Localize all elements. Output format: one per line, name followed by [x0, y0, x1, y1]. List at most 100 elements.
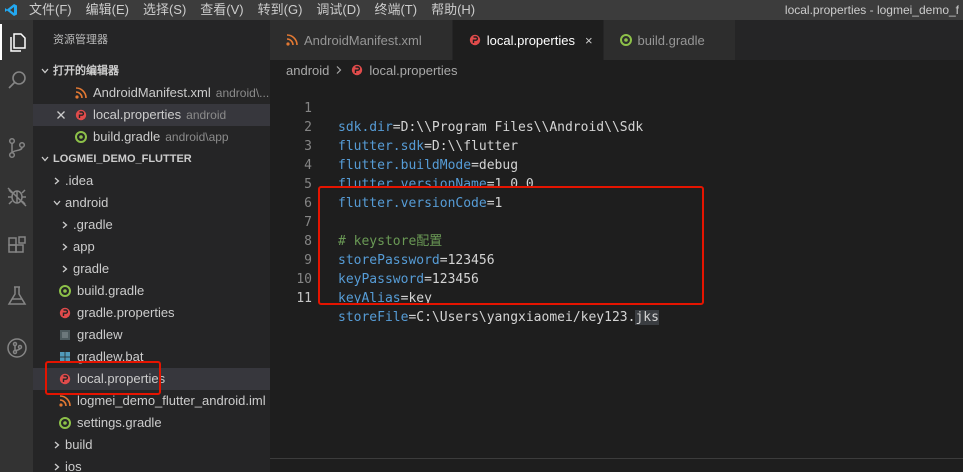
- window-title: local.properties - logmei_demo_f: [784, 3, 959, 17]
- menu-selection[interactable]: 选择(S): [136, 0, 193, 20]
- tab-label: local.properties: [486, 32, 575, 48]
- chevron-right-icon: [49, 440, 65, 450]
- folder-gradle[interactable]: gradle: [33, 258, 270, 280]
- properties-icon: [467, 32, 483, 48]
- chevron-right-icon: [57, 242, 73, 252]
- file-gradle-properties[interactable]: gradle.properties: [33, 302, 270, 324]
- annotation-box-sidebar: [45, 361, 161, 395]
- flask-icon[interactable]: [0, 278, 33, 314]
- open-editor-desc: android\app: [165, 130, 229, 144]
- menu-view[interactable]: 查看(V): [193, 0, 250, 20]
- source-control-icon[interactable]: [0, 130, 33, 166]
- folder-android[interactable]: android: [33, 192, 270, 214]
- folder-ios[interactable]: ios: [33, 456, 270, 472]
- gradle-icon: [57, 415, 73, 431]
- tree-item-label: settings.gradle: [77, 415, 162, 430]
- open-editor-label: local.properties: [93, 107, 182, 122]
- tab-build-gradle[interactable]: build.gradle: [603, 20, 736, 60]
- file-lines-icon: [57, 327, 73, 343]
- menu-help[interactable]: 帮助(H): [424, 0, 482, 20]
- chevron-right-icon: [49, 176, 65, 186]
- open-editor-desc: android: [186, 108, 227, 122]
- tree-item-label: android: [65, 195, 109, 210]
- tab-androidmanifest[interactable]: AndroidManifest.xml: [270, 20, 453, 60]
- file-settings-gradle[interactable]: settings.gradle: [33, 412, 270, 434]
- tree-item-label: app: [73, 239, 95, 254]
- folder-build[interactable]: build: [33, 434, 270, 456]
- tree-item-label: gradlew: [77, 327, 123, 342]
- open-editor-item[interactable]: build.gradle android\app: [33, 126, 270, 148]
- file-gradlew[interactable]: gradlew: [33, 324, 270, 346]
- rss-icon: [73, 85, 89, 101]
- explorer-icon[interactable]: [0, 24, 33, 60]
- tree-item-label: gradle: [73, 261, 110, 276]
- panel-divider: [270, 458, 963, 472]
- file-build-gradle[interactable]: build.gradle: [33, 280, 270, 302]
- project-header[interactable]: LOGMEI_DEMO_FLUTTER: [33, 148, 270, 170]
- open-editor-item[interactable]: AndroidManifest.xml android\...: [33, 82, 270, 104]
- debug-icon[interactable]: [0, 178, 33, 214]
- code-line: 2 flutter.sdk=D:\\flutter: [270, 99, 963, 154]
- open-editor-desc: android\...: [215, 86, 270, 100]
- code-line: 4 flutter.versionName=1.0.0: [270, 137, 963, 192]
- properties-icon: [57, 305, 73, 321]
- code-line: 1 sdk.dir=D:\\Program Files\\Android\\Sd…: [270, 80, 963, 135]
- tab-label: build.gradle: [637, 32, 705, 48]
- editor-tabs: AndroidManifest.xml local.properties × b…: [270, 20, 963, 60]
- chevron-down-icon: [37, 66, 53, 76]
- code-editor[interactable]: 1 sdk.dir=D:\\Program Files\\Android\\Sd…: [270, 80, 963, 458]
- rss-icon: [284, 32, 300, 48]
- prop-value: C:\Users\yangxiaomei/key123.: [416, 310, 636, 325]
- breadcrumb: android local.properties: [270, 60, 963, 80]
- line-number: 11: [296, 291, 312, 306]
- sidebar-title: 资源管理器: [53, 34, 108, 46]
- properties-icon: [349, 62, 365, 78]
- activity-bar: [0, 20, 33, 472]
- explorer-sidebar: 资源管理器 打开的编辑器 AndroidManifest.xml android…: [33, 20, 270, 472]
- tab-local-properties[interactable]: local.properties ×: [452, 20, 604, 60]
- menu-bar: 文件(F) 编辑(E) 选择(S) 查看(V) 转到(G) 调试(D) 终端(T…: [0, 0, 963, 20]
- prop-key: storeFile: [338, 310, 409, 325]
- annotation-box-editor: [318, 186, 704, 305]
- close-icon[interactable]: [53, 107, 69, 123]
- code-line: 3 flutter.buildMode=debug: [270, 118, 963, 173]
- menu-debug[interactable]: 调试(D): [309, 0, 367, 20]
- tab-label: AndroidManifest.xml: [304, 32, 422, 48]
- git-graph-icon[interactable]: [0, 330, 33, 366]
- folder-dot-gradle[interactable]: .gradle: [33, 214, 270, 236]
- menu-terminal[interactable]: 终端(T): [367, 0, 424, 20]
- tree-item-label: build.gradle: [77, 283, 145, 298]
- rss-icon: [57, 393, 73, 409]
- tree-item-label: .gradle: [73, 217, 113, 232]
- close-icon[interactable]: ×: [585, 33, 593, 48]
- gradle-icon: [73, 129, 89, 145]
- search-icon[interactable]: [0, 62, 33, 98]
- open-editors-header[interactable]: 打开的编辑器: [33, 60, 270, 82]
- folder-app[interactable]: app: [33, 236, 270, 258]
- breadcrumb-item[interactable]: local.properties: [369, 63, 457, 78]
- open-editor-label: build.gradle: [93, 129, 161, 144]
- tree-item-label: gradle.properties: [77, 305, 175, 320]
- menu-edit[interactable]: 编辑(E): [79, 0, 136, 20]
- chevron-right-icon: [49, 462, 65, 472]
- breadcrumb-item[interactable]: android: [286, 63, 329, 78]
- chevron-right-icon: [57, 264, 73, 274]
- project-label: LOGMEI_DEMO_FLUTTER: [53, 153, 192, 165]
- extensions-icon[interactable]: [0, 228, 33, 264]
- properties-icon: [73, 107, 89, 123]
- chevron-down-icon: [49, 198, 65, 208]
- open-editor-item-active[interactable]: local.properties android: [33, 104, 270, 126]
- gradle-icon: [57, 283, 73, 299]
- open-editor-label: AndroidManifest.xml: [93, 85, 211, 100]
- code-line: 5 flutter.versionCode=1: [270, 156, 963, 211]
- vscode-logo-icon: [0, 0, 22, 20]
- open-editors-label: 打开的编辑器: [53, 65, 119, 77]
- menu-go[interactable]: 转到(G): [251, 0, 310, 20]
- word-highlight: jks: [635, 310, 659, 325]
- chevron-right-icon: [335, 63, 343, 78]
- chevron-down-icon: [37, 154, 53, 164]
- chevron-right-icon: [57, 220, 73, 230]
- menu-file[interactable]: 文件(F): [22, 0, 79, 20]
- tree-item-label: .idea: [65, 173, 94, 188]
- folder-idea[interactable]: .idea: [33, 170, 270, 192]
